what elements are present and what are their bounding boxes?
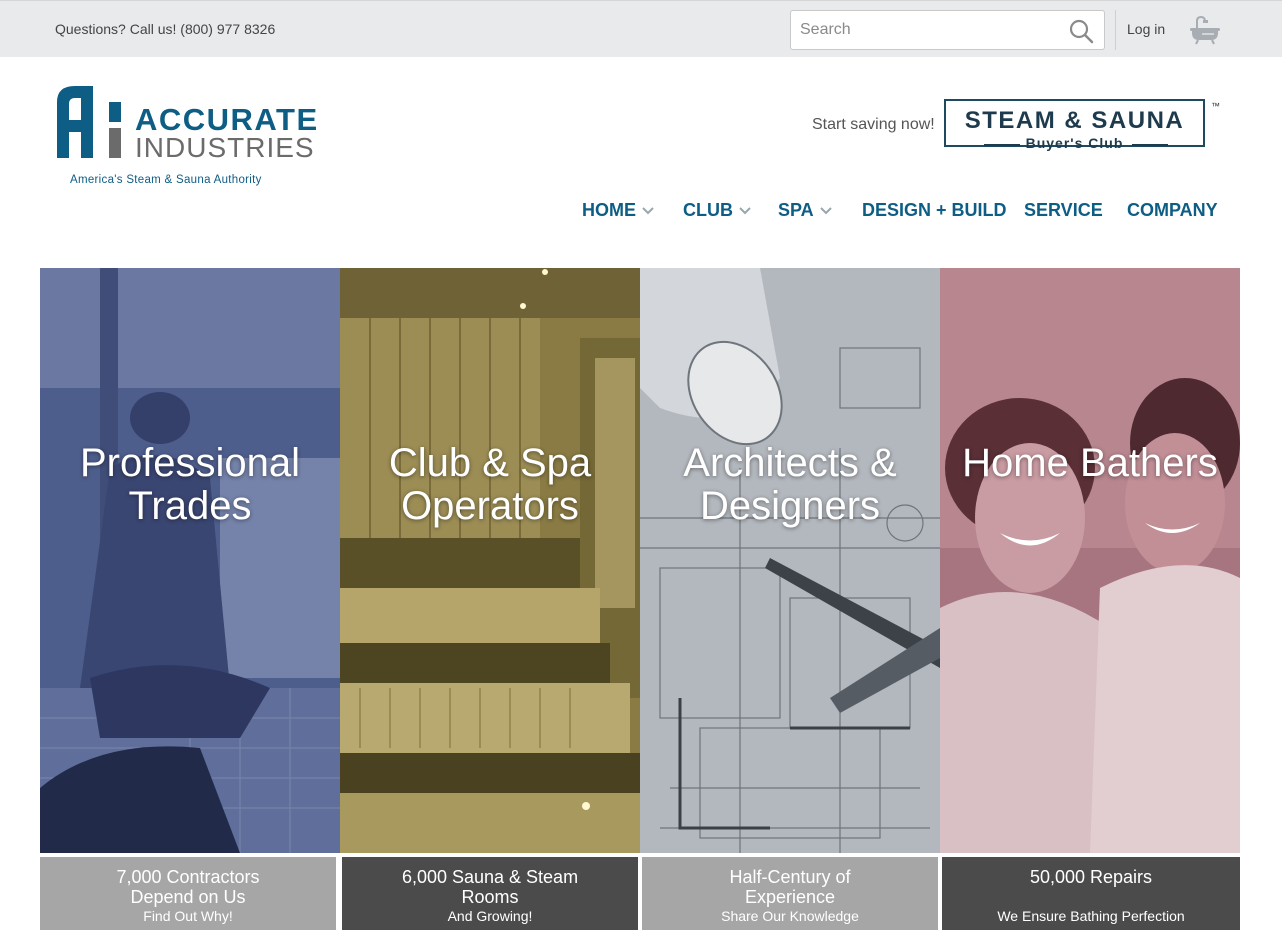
phone-contact: Questions? Call us! (800) 977 8326	[55, 21, 276, 37]
nav-home-label: HOME	[582, 200, 636, 220]
nav-design-build[interactable]: DESIGN + BUILD	[862, 200, 1007, 221]
technician-photo	[40, 268, 340, 853]
couple-photo	[940, 268, 1240, 853]
buyers-club-badge[interactable]: STEAM & SAUNA Buyer's Club	[944, 99, 1205, 151]
panel-title: Professional Trades	[79, 441, 301, 528]
caption-main: Half-Century of Experience	[729, 867, 851, 907]
panel-title: Architects & Designers	[683, 441, 897, 528]
login-link[interactable]: Log in	[1127, 21, 1165, 37]
club-subtitle: Buyer's Club	[1025, 135, 1124, 151]
panel-title: Home Bathers	[962, 441, 1218, 485]
search-icon[interactable]	[1068, 18, 1094, 44]
caption-sub: Share Our Knowledge	[721, 908, 859, 924]
caption-main: 7,000 Contractors Depend on Us	[116, 867, 260, 907]
chevron-down-icon	[642, 206, 654, 214]
panel-home-bathers[interactable]: Home Bathers	[940, 268, 1240, 853]
caption-main: 50,000 Repairs	[1029, 867, 1153, 887]
site-logo[interactable]: ACCURATE INDUSTRIES America's Steam & Sa…	[55, 82, 317, 192]
caption-sub: We Ensure Bathing Perfection	[997, 908, 1185, 924]
trademark-symbol: ™	[1211, 101, 1220, 111]
nav-spa-label: SPA	[778, 200, 814, 220]
nav-club-label: CLUB	[683, 200, 733, 220]
audience-panels: Professional Trades Club & Spa Operators…	[40, 268, 1240, 853]
caption-sauna-rooms[interactable]: 6,000 Sauna & Steam Rooms And Growing!	[342, 857, 638, 930]
panel-professional-trades[interactable]: Professional Trades	[40, 268, 340, 853]
promo-text: Start saving now!	[812, 116, 935, 133]
chevron-down-icon	[739, 206, 751, 214]
caption-sub: And Growing!	[447, 908, 533, 924]
caption-experience[interactable]: Half-Century of Experience Share Our Kno…	[642, 857, 938, 930]
nav-company[interactable]: COMPANY	[1127, 200, 1218, 221]
nav-spa[interactable]: SPA	[778, 200, 832, 221]
panel-club-spa-operators[interactable]: Club & Spa Operators	[340, 268, 640, 853]
caption-sub: Find Out Why!	[143, 908, 233, 924]
search-box	[790, 10, 1105, 50]
sauna-photo	[340, 268, 640, 853]
logo-mark-icon	[57, 86, 121, 158]
caption-repairs[interactable]: 50,000 Repairs We Ensure Bathing Perfect…	[942, 857, 1240, 930]
logo-tagline: America's Steam & Sauna Authority	[70, 174, 262, 186]
logo-word-industries: INDUSTRIES	[135, 132, 315, 163]
panel-architects-designers[interactable]: Architects & Designers	[640, 268, 940, 853]
search-input[interactable]	[791, 11, 1051, 49]
bathtub-cart-icon[interactable]	[1189, 15, 1221, 45]
blueprint-photo	[640, 268, 940, 853]
chevron-down-icon	[819, 206, 832, 214]
caption-contractors[interactable]: 7,000 Contractors Depend on Us Find Out …	[40, 857, 336, 930]
panel-title: Club & Spa Operators	[388, 441, 592, 528]
nav-club[interactable]: CLUB	[683, 200, 751, 221]
club-rule-right	[1132, 144, 1168, 146]
divider	[1115, 10, 1116, 50]
caption-main: 6,000 Sauna & Steam Rooms	[401, 867, 579, 907]
top-bar: Questions? Call us! (800) 977 8326 Log i…	[0, 0, 1282, 57]
club-title: STEAM & SAUNA	[964, 107, 1185, 134]
nav-home[interactable]: HOME	[582, 200, 654, 221]
nav-service[interactable]: SERVICE	[1024, 200, 1103, 221]
